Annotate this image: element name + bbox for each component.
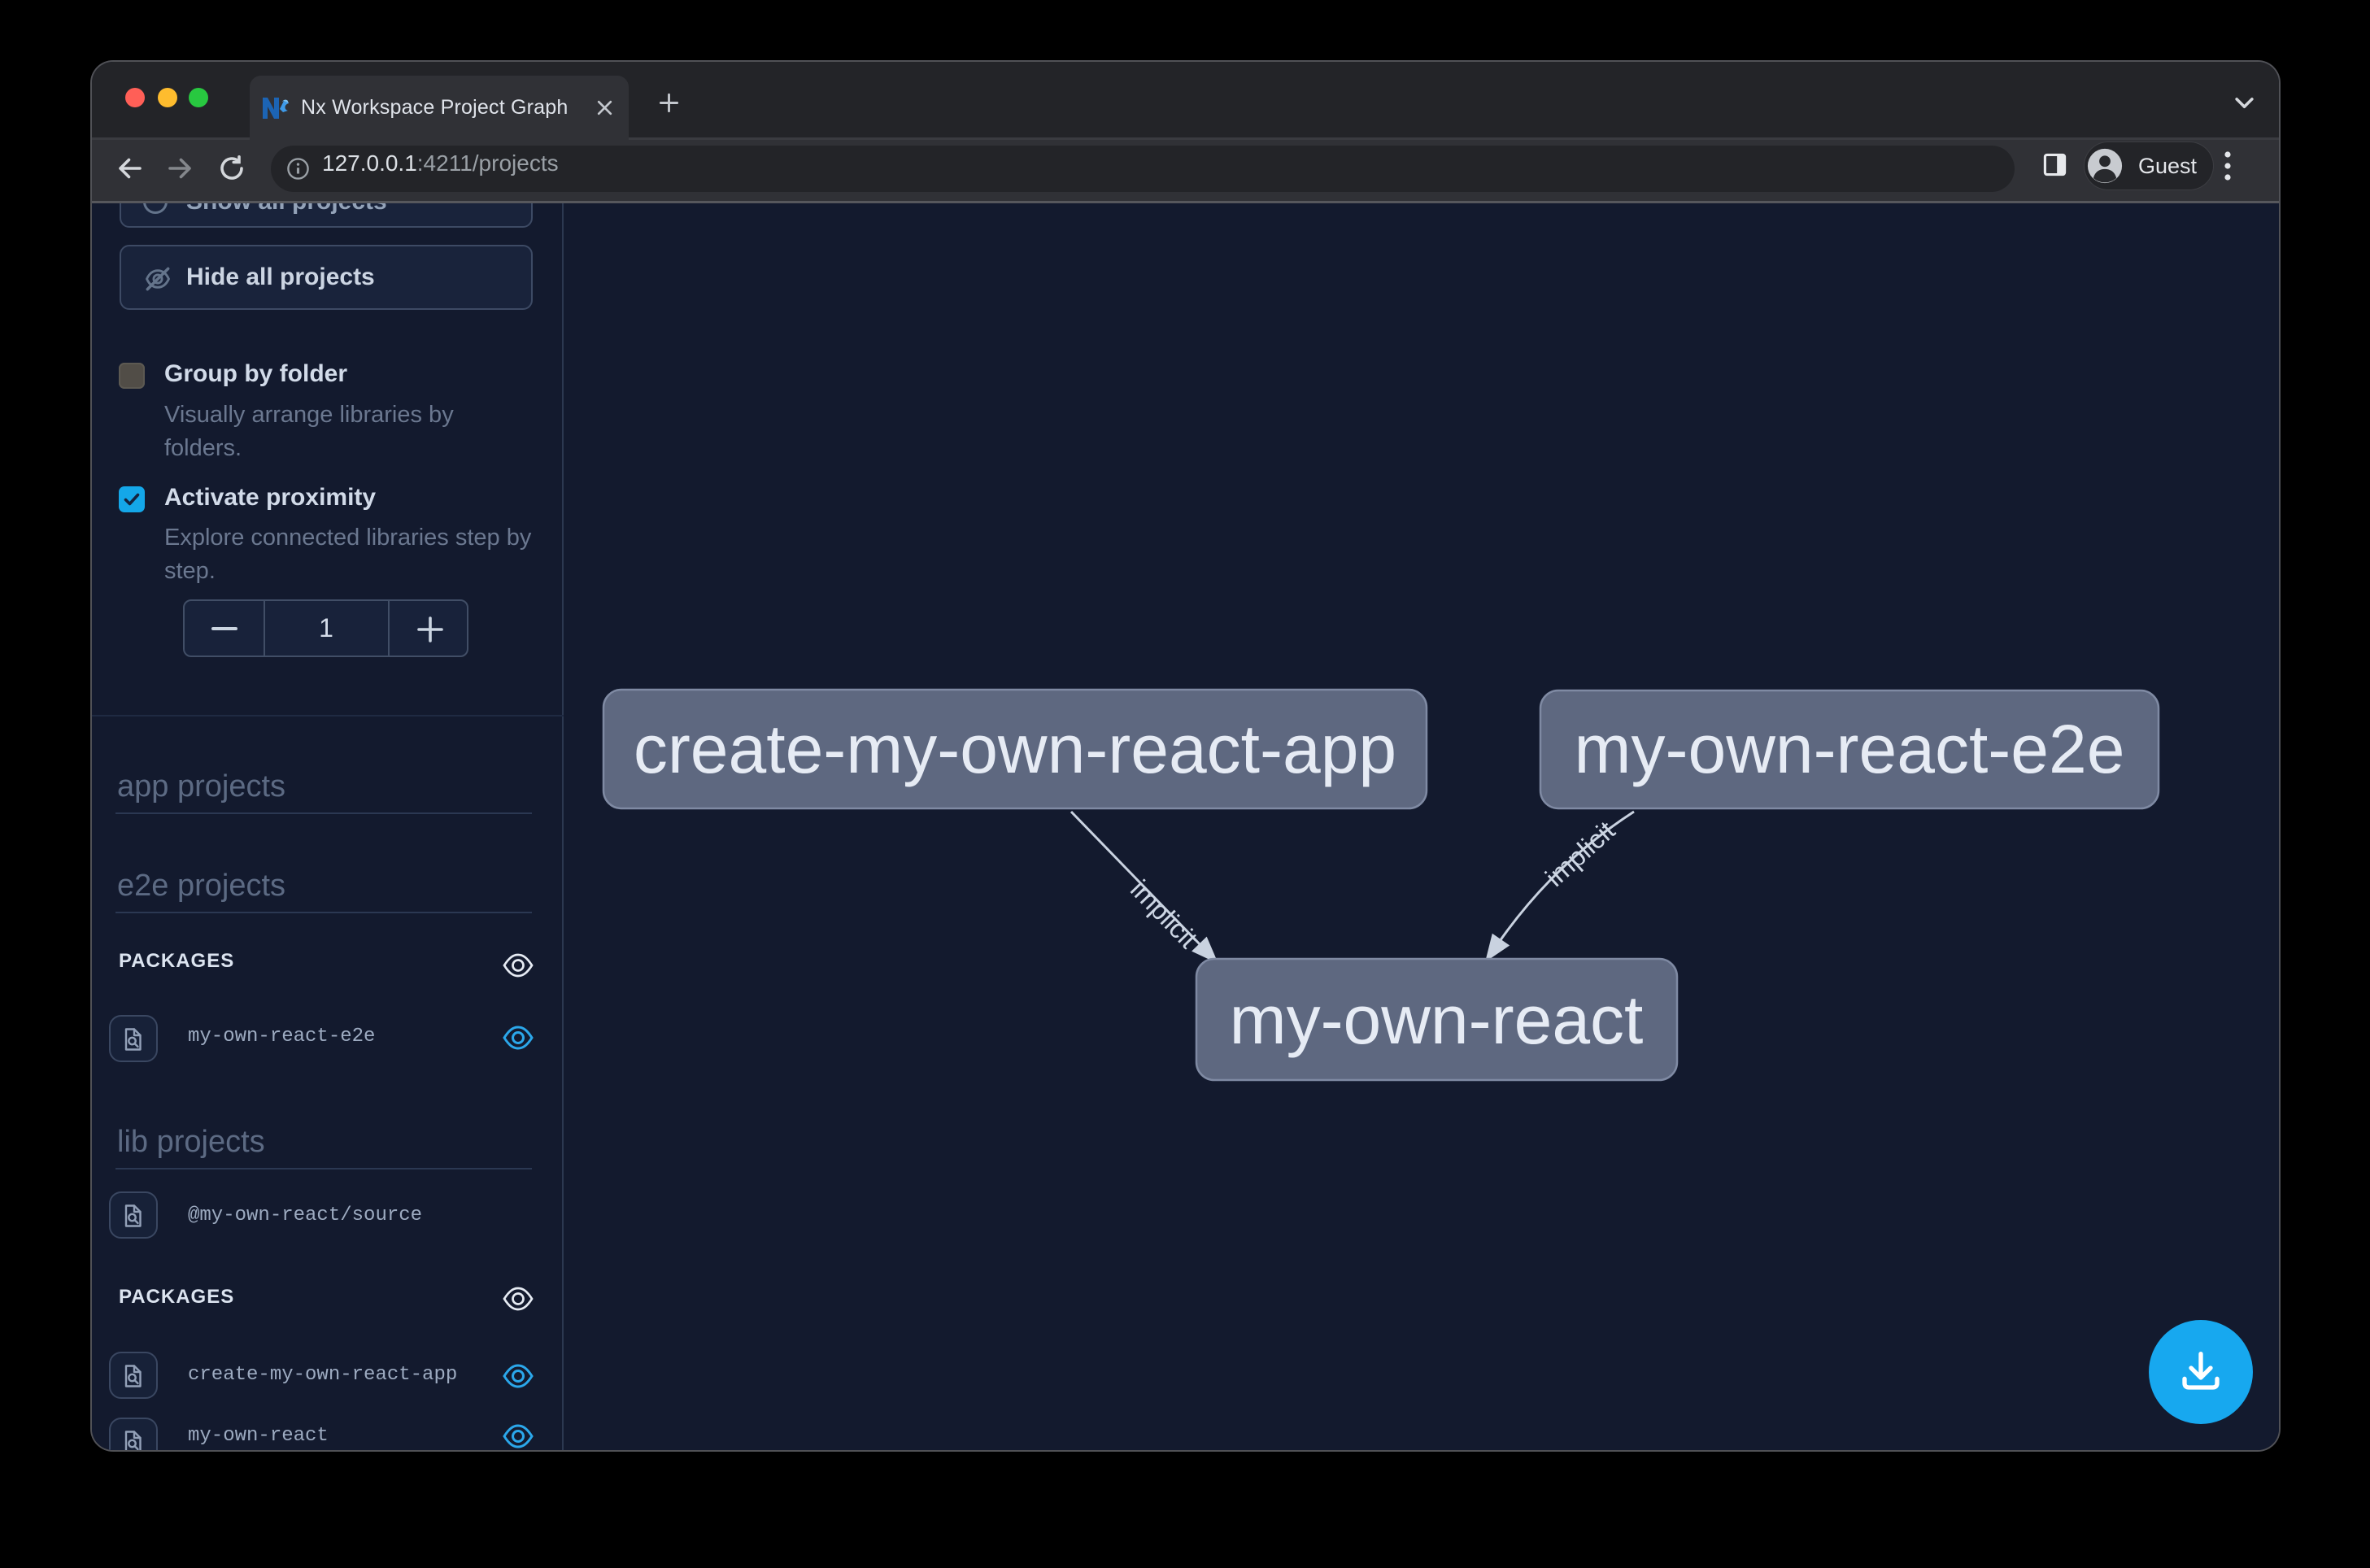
svg-text:implicit: implicit bbox=[1125, 874, 1204, 954]
svg-text:implicit: implicit bbox=[1540, 815, 1621, 892]
svg-text:my-own-react: my-own-react bbox=[1230, 982, 1644, 1058]
svg-text:my-own-react-e2e: my-own-react-e2e bbox=[1575, 711, 2125, 787]
svg-text:create-my-own-react-app: create-my-own-react-app bbox=[634, 711, 1396, 787]
